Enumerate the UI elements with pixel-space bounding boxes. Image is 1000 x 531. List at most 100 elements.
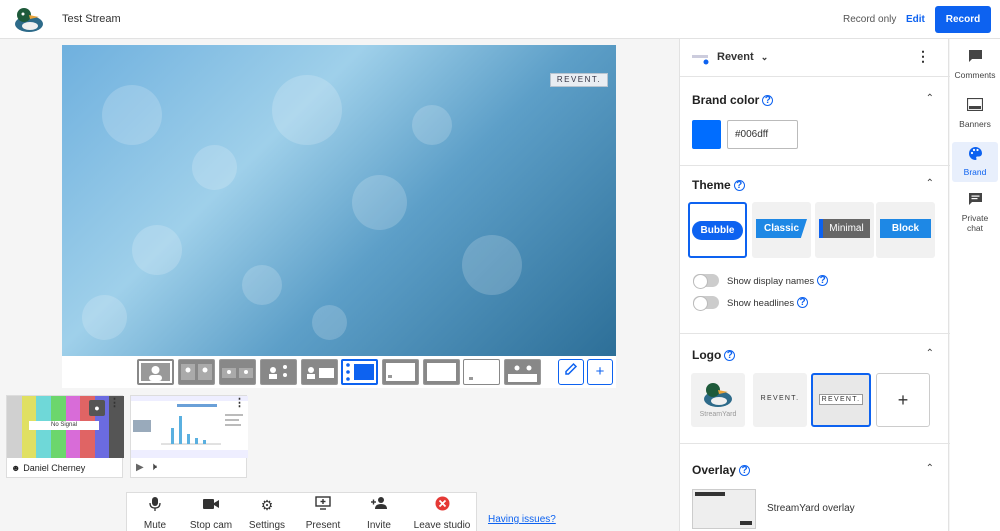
overlay-name: StreamYard overlay bbox=[767, 503, 855, 514]
theme-label: Bubble bbox=[692, 221, 743, 240]
invite-label: Invite bbox=[367, 520, 391, 531]
show-headlines-label: Show headlines? bbox=[727, 297, 809, 309]
help-icon[interactable]: ? bbox=[733, 180, 745, 191]
logo-option-revent-boxed[interactable]: REVENT. bbox=[811, 373, 871, 427]
show-display-names-text: Show display names bbox=[727, 276, 815, 287]
more-options-icon[interactable]: ⋮ bbox=[109, 398, 120, 409]
presentation-tile[interactable]: ⋮ ▶ 🕨 bbox=[130, 395, 248, 478]
sidebar-item-label: Brand bbox=[963, 167, 987, 177]
theme-label: Classic bbox=[756, 219, 807, 238]
present-button[interactable]: Present bbox=[295, 496, 351, 531]
logo-option-streamyard[interactable]: StreamYard bbox=[691, 373, 745, 427]
logo-option-revent[interactable]: REVENT. bbox=[753, 373, 807, 427]
overlay-title-text: Overlay bbox=[692, 463, 737, 477]
chevron-up-icon[interactable]: ⌃ bbox=[926, 463, 934, 474]
show-headlines-text: Show headlines bbox=[727, 298, 795, 309]
divider bbox=[680, 443, 950, 444]
sidebar-item-label: Private chat bbox=[961, 213, 989, 233]
bokeh-light bbox=[462, 235, 522, 295]
leave-studio-button[interactable]: Leave studio bbox=[407, 496, 477, 531]
show-display-names-toggle[interactable] bbox=[693, 274, 719, 289]
theme-option-bubble[interactable]: Bubble bbox=[688, 202, 747, 258]
close-circle-icon bbox=[407, 496, 477, 514]
more-options-icon[interactable]: ⋮ bbox=[234, 398, 245, 409]
theme-title: Theme? bbox=[692, 178, 745, 192]
layout-group-button[interactable] bbox=[219, 359, 256, 385]
brand-avatar-icon bbox=[692, 55, 709, 65]
edit-layout-button[interactable] bbox=[558, 359, 584, 385]
sidebar-item-label: Comments bbox=[954, 70, 996, 80]
layout-screen-full-button[interactable] bbox=[423, 359, 460, 385]
studio-controls: Mute Stop cam ⚙ Settings Present Invite … bbox=[126, 492, 477, 531]
chevron-up-icon[interactable]: ⌃ bbox=[926, 93, 934, 104]
invite-button[interactable]: Invite bbox=[351, 496, 407, 531]
help-icon[interactable]: ? bbox=[739, 465, 751, 476]
add-layout-button[interactable]: + bbox=[587, 359, 613, 385]
divider bbox=[680, 165, 950, 166]
microphone-icon[interactable]: ● bbox=[89, 400, 105, 416]
comment-icon bbox=[952, 49, 998, 67]
more-options-icon[interactable]: ⋮ bbox=[916, 49, 930, 63]
theme-option-minimal[interactable]: Minimal bbox=[815, 202, 874, 258]
sidebar-item-banners[interactable]: Banners bbox=[952, 97, 998, 129]
banner-icon bbox=[952, 97, 998, 116]
mute-button[interactable]: Mute bbox=[127, 496, 183, 531]
person-icon: ☻ bbox=[11, 463, 21, 473]
logo-label: REVENT. bbox=[819, 394, 863, 405]
sidebar-item-comments[interactable]: Comments bbox=[952, 49, 998, 80]
help-icon[interactable]: ? bbox=[724, 350, 736, 361]
brand-selector[interactable]: Revent ⌄ bbox=[717, 51, 768, 63]
panel-header: Revent ⌄ ⋮ bbox=[680, 39, 950, 77]
stop-cam-button[interactable]: Stop cam bbox=[183, 496, 239, 531]
layout-presentation-button[interactable] bbox=[341, 359, 378, 385]
chat-icon bbox=[952, 192, 998, 210]
sidebar-item-private-chat[interactable]: Private chat bbox=[952, 192, 998, 233]
presentation-preview bbox=[131, 396, 248, 458]
record-button[interactable]: Record bbox=[935, 6, 991, 33]
edit-button[interactable]: Edit bbox=[906, 14, 925, 25]
bokeh-light bbox=[412, 105, 452, 145]
layout-blank-button[interactable] bbox=[463, 359, 500, 385]
sidebar-item-brand[interactable]: Brand bbox=[952, 142, 998, 182]
divider bbox=[680, 333, 950, 334]
bokeh-light bbox=[102, 85, 162, 145]
theme-label: Block bbox=[880, 219, 931, 238]
brand-color-hex-input[interactable] bbox=[727, 120, 798, 149]
add-logo-button[interactable]: + bbox=[876, 373, 930, 427]
participant-tile[interactable]: No Signal ● ⋮ ☻ Daniel Cherney bbox=[6, 395, 124, 478]
help-icon[interactable]: ? bbox=[797, 297, 809, 308]
show-headlines-toggle[interactable] bbox=[693, 296, 719, 311]
overlay-title: Overlay? bbox=[692, 463, 751, 477]
no-signal-label: No Signal bbox=[29, 421, 99, 430]
chevron-up-icon[interactable]: ⌃ bbox=[926, 348, 934, 359]
stop-cam-label: Stop cam bbox=[189, 520, 233, 531]
plus-icon: + bbox=[595, 363, 605, 380]
theme-label: Minimal bbox=[819, 219, 870, 238]
theme-option-block[interactable]: Block bbox=[876, 202, 935, 258]
layout-side-button[interactable] bbox=[301, 359, 338, 385]
overlay-thumbnail[interactable] bbox=[692, 489, 756, 529]
settings-button[interactable]: ⚙ Settings bbox=[239, 496, 295, 531]
help-icon[interactable]: ? bbox=[817, 275, 829, 286]
layout-screen-small-button[interactable] bbox=[382, 359, 419, 385]
chevron-up-icon[interactable]: ⌃ bbox=[926, 178, 934, 189]
layout-split-button[interactable] bbox=[178, 359, 215, 385]
help-icon[interactable]: ? bbox=[762, 95, 774, 106]
brand-color-swatch[interactable] bbox=[692, 120, 721, 149]
having-issues-link[interactable]: Having issues? bbox=[488, 514, 556, 525]
layout-solo-button[interactable] bbox=[137, 359, 174, 385]
mute-label: Mute bbox=[143, 520, 167, 531]
volume-icon[interactable]: 🕨 bbox=[150, 461, 157, 474]
brand-color-title-text: Brand color bbox=[692, 93, 760, 107]
layout-cinema-button[interactable] bbox=[504, 359, 541, 385]
theme-option-classic[interactable]: Classic bbox=[752, 202, 811, 258]
right-sidebar: Comments Banners Brand Private chat bbox=[950, 39, 1000, 531]
theme-title-text: Theme bbox=[692, 178, 731, 192]
play-icon[interactable]: ▶ bbox=[136, 462, 144, 473]
streamyard-logo-icon bbox=[704, 383, 732, 407]
layout-stack-button[interactable] bbox=[260, 359, 297, 385]
stream-title: Test Stream bbox=[62, 13, 121, 25]
logo-label: StreamYard bbox=[699, 411, 737, 418]
logo-title: Logo? bbox=[692, 348, 736, 362]
settings-label: Settings bbox=[248, 520, 286, 531]
